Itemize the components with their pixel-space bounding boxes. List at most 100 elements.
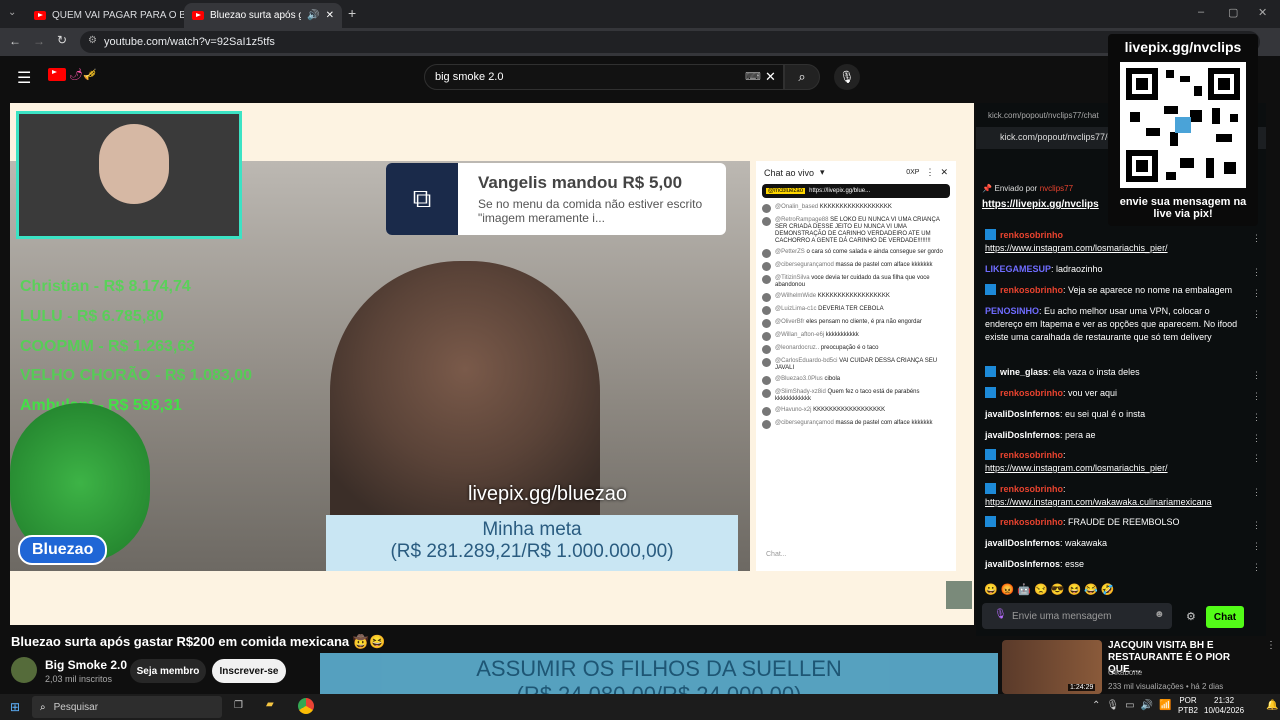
embedded-chat-user: @Onalin_based	[775, 204, 819, 210]
join-button[interactable]: Seja membro	[130, 659, 206, 683]
message-menu-icon[interactable]: ⋮	[1252, 541, 1261, 552]
search-icon: ⌕	[798, 69, 806, 84]
donor-line: VELHO CHORÃO - R$ 1.083,00	[20, 367, 253, 384]
kick-chat-link[interactable]: https://www.instagram.com/losmariachis_p…	[985, 242, 1247, 255]
recommended-video[interactable]: 1:24:29 JACQUIN VISITA BH E RESTAURANTE …	[998, 638, 1280, 694]
task-view-icon[interactable]: ❐	[234, 700, 243, 711]
close-icon[interactable]: ✕	[326, 10, 334, 21]
video-title: Bluezao surta após gastar R$200 em comid…	[11, 634, 386, 649]
kick-chat-user[interactable]: renkosobrinho	[1000, 484, 1063, 494]
voice-search-button[interactable]: 🎙	[834, 64, 860, 90]
embedded-youtube-chat: Chat ao vivo ▾ 0XP ⋮ ✕ @mcbluezao https:…	[756, 161, 956, 571]
user-avatar	[762, 376, 771, 385]
message-menu-icon[interactable]: ⋮	[1252, 487, 1261, 498]
message-menu-icon[interactable]: ⋮	[1252, 370, 1261, 381]
user-avatar	[762, 249, 771, 258]
kick-chat-user[interactable]: javaliDosInfernos	[985, 409, 1060, 419]
restore-icon[interactable]: ▢	[1228, 6, 1238, 19]
message-menu-icon[interactable]: ⋮	[1252, 288, 1261, 299]
subscribe-button[interactable]: Inscrever-se	[212, 659, 286, 683]
message-menu-icon[interactable]: ⋮	[1252, 412, 1261, 423]
kick-chat-user[interactable]: PENOSINHO	[985, 306, 1039, 316]
embedded-chat-text: KKKKKKKKKKKKKKKKKK	[819, 204, 892, 210]
search-input[interactable]: big smoke 2.0 ⌨ ✕	[424, 64, 784, 90]
lang-indicator[interactable]: POR PTB2	[1178, 696, 1198, 716]
menu-icon[interactable]: ☰	[17, 68, 31, 88]
message-menu-icon[interactable]: ⋮	[1252, 562, 1261, 573]
kick-chat-message: javaliDosInfernos: pera ae	[985, 429, 1247, 442]
kick-message-input[interactable]: 🎙 Envie uma mensagem ☻	[982, 603, 1172, 629]
pinned-message: @mcbluezao https://livepix.gg/blue...	[762, 184, 950, 198]
channel-name[interactable]: Big Smoke 2.0	[45, 658, 127, 672]
kick-chat-user[interactable]: renkosobrinho	[1000, 517, 1063, 527]
kick-chat-user[interactable]: LIKEGAMESUP	[985, 264, 1051, 274]
file-explorer-icon[interactable]: ▰	[266, 699, 274, 710]
doodle-icon: 🌶🎺	[69, 69, 97, 81]
kick-chat-link[interactable]: https://www.instagram.com/losmariachis_p…	[985, 462, 1247, 475]
microphone-icon[interactable]: 🎙	[994, 609, 1007, 620]
message-menu-icon[interactable]: ⋮	[1252, 309, 1261, 320]
site-info-icon[interactable]: ⚙	[88, 35, 97, 46]
taskbar-search[interactable]: ⌕ Pesquisar	[32, 696, 222, 718]
notification-icon[interactable]: 🔔	[1266, 700, 1278, 711]
message-menu-icon[interactable]: ⋮	[1252, 520, 1261, 531]
kick-chat-user[interactable]: wine_glass	[1000, 367, 1048, 377]
emoji-icon[interactable]: ☻	[1154, 609, 1165, 620]
message-menu-icon[interactable]: ⋮	[1252, 267, 1261, 278]
embedded-chat-message: @Willan_afton-e6j kkkkkkkkkkk	[756, 330, 956, 343]
kick-chat-user[interactable]: renkosobrinho	[1000, 285, 1063, 295]
tab-2[interactable]: Bluezao surta após gastar R... 🔊 ✕	[184, 3, 342, 28]
kick-chat-user[interactable]: renkosobrinho	[1000, 388, 1063, 398]
kick-chat-user[interactable]: renkosobrinho	[1000, 230, 1063, 240]
embedded-chat-message: @WilhelmWide KKKKKKKKKKKKKKKKKK	[756, 291, 956, 304]
keyboard-icon[interactable]: ⌨	[745, 70, 761, 83]
youtube-logo[interactable]: 🌶🎺	[48, 68, 97, 81]
window-close-icon[interactable]: ✕	[1258, 6, 1267, 19]
embedded-chat-text: eles pensam no cliente, é pra não engord…	[806, 319, 922, 325]
embedded-chat-user: @Bluezao3.0Plus	[775, 376, 823, 382]
embedded-chat-input: Chat...	[766, 551, 787, 558]
clock[interactable]: 21:32 10/04/2026	[1204, 696, 1244, 716]
kick-chat-text: :	[1063, 450, 1066, 460]
kick-chat-user[interactable]: javaliDosInfernos	[985, 559, 1060, 569]
back-icon[interactable]: ←	[9, 34, 21, 48]
speaker-icon[interactable]: 🔊	[307, 10, 319, 21]
kick-chat-user[interactable]: javaliDosInfernos	[985, 430, 1060, 440]
clock-time: 21:32	[1214, 696, 1235, 705]
tab-list-icon[interactable]: ⌄	[8, 7, 16, 18]
message-menu-icon[interactable]: ⋮	[1252, 391, 1261, 402]
message-menu-icon[interactable]: ⋮	[1252, 453, 1261, 464]
kick-chat-message: LIKEGAMESUP: ladraozinho	[985, 263, 1247, 276]
kick-chat-link[interactable]: https://www.instagram.com/wakawaka.culin…	[985, 496, 1247, 509]
new-tab-button[interactable]: +	[348, 5, 356, 21]
embedded-chat-message: @PetterZS o cara só come salada e ainda …	[756, 247, 956, 260]
chrome-icon[interactable]	[298, 698, 314, 714]
channel-avatar[interactable]	[11, 657, 37, 683]
kick-chat-message: PENOSINHO: Eu acho melhor usar uma VPN, …	[985, 305, 1247, 344]
pinned-link: https://livepix.gg/blue...	[809, 188, 871, 194]
qr-code-image	[1120, 62, 1246, 188]
kick-chat-message: renkosobrinho: https://www.instagram.com/…	[985, 483, 1247, 509]
kick-chat-message: renkosobrinho https://www.instagram.com/l…	[985, 229, 1247, 255]
url-field[interactable]: ⚙ youtube.com/watch?v=92SaI1z5tfs	[80, 31, 1260, 53]
user-avatar	[762, 389, 771, 398]
video-player[interactable]: Christian - R$ 8.174,74 LULU - R$ 6.785,…	[10, 103, 974, 625]
kick-chat-button[interactable]: Chat	[1206, 606, 1244, 628]
tab-1[interactable]: QUEM VAI PAGAR PARA O BLU... ✕	[26, 3, 184, 28]
windows-start-icon[interactable]: ⊞	[10, 700, 20, 714]
kick-chat-user[interactable]: javaliDosInfernos	[985, 538, 1060, 548]
user-avatar	[762, 293, 771, 302]
message-menu-icon[interactable]: ⋮	[1252, 233, 1261, 244]
clear-search-icon[interactable]: ✕	[765, 69, 776, 85]
settings-gear-icon[interactable]: ⚙	[1186, 610, 1196, 623]
kick-chat-message: renkosobrinho: FRAUDE DE REEMBOLSO	[985, 516, 1247, 529]
message-menu-icon[interactable]: ⋮	[1252, 433, 1261, 444]
minimize-icon[interactable]: –	[1198, 6, 1204, 18]
reload-icon[interactable]: ↻	[57, 33, 67, 47]
more-icon[interactable]: ⋮	[1266, 640, 1276, 651]
forward-icon[interactable]: →	[33, 34, 45, 48]
search-button[interactable]: ⌕	[784, 64, 820, 90]
kick-chat-user[interactable]: renkosobrinho	[1000, 450, 1063, 460]
qr-caption: envie sua mensagem na live via pix!	[1119, 196, 1247, 220]
embedded-chat-text: kkkkkkkkkkk	[825, 332, 859, 338]
